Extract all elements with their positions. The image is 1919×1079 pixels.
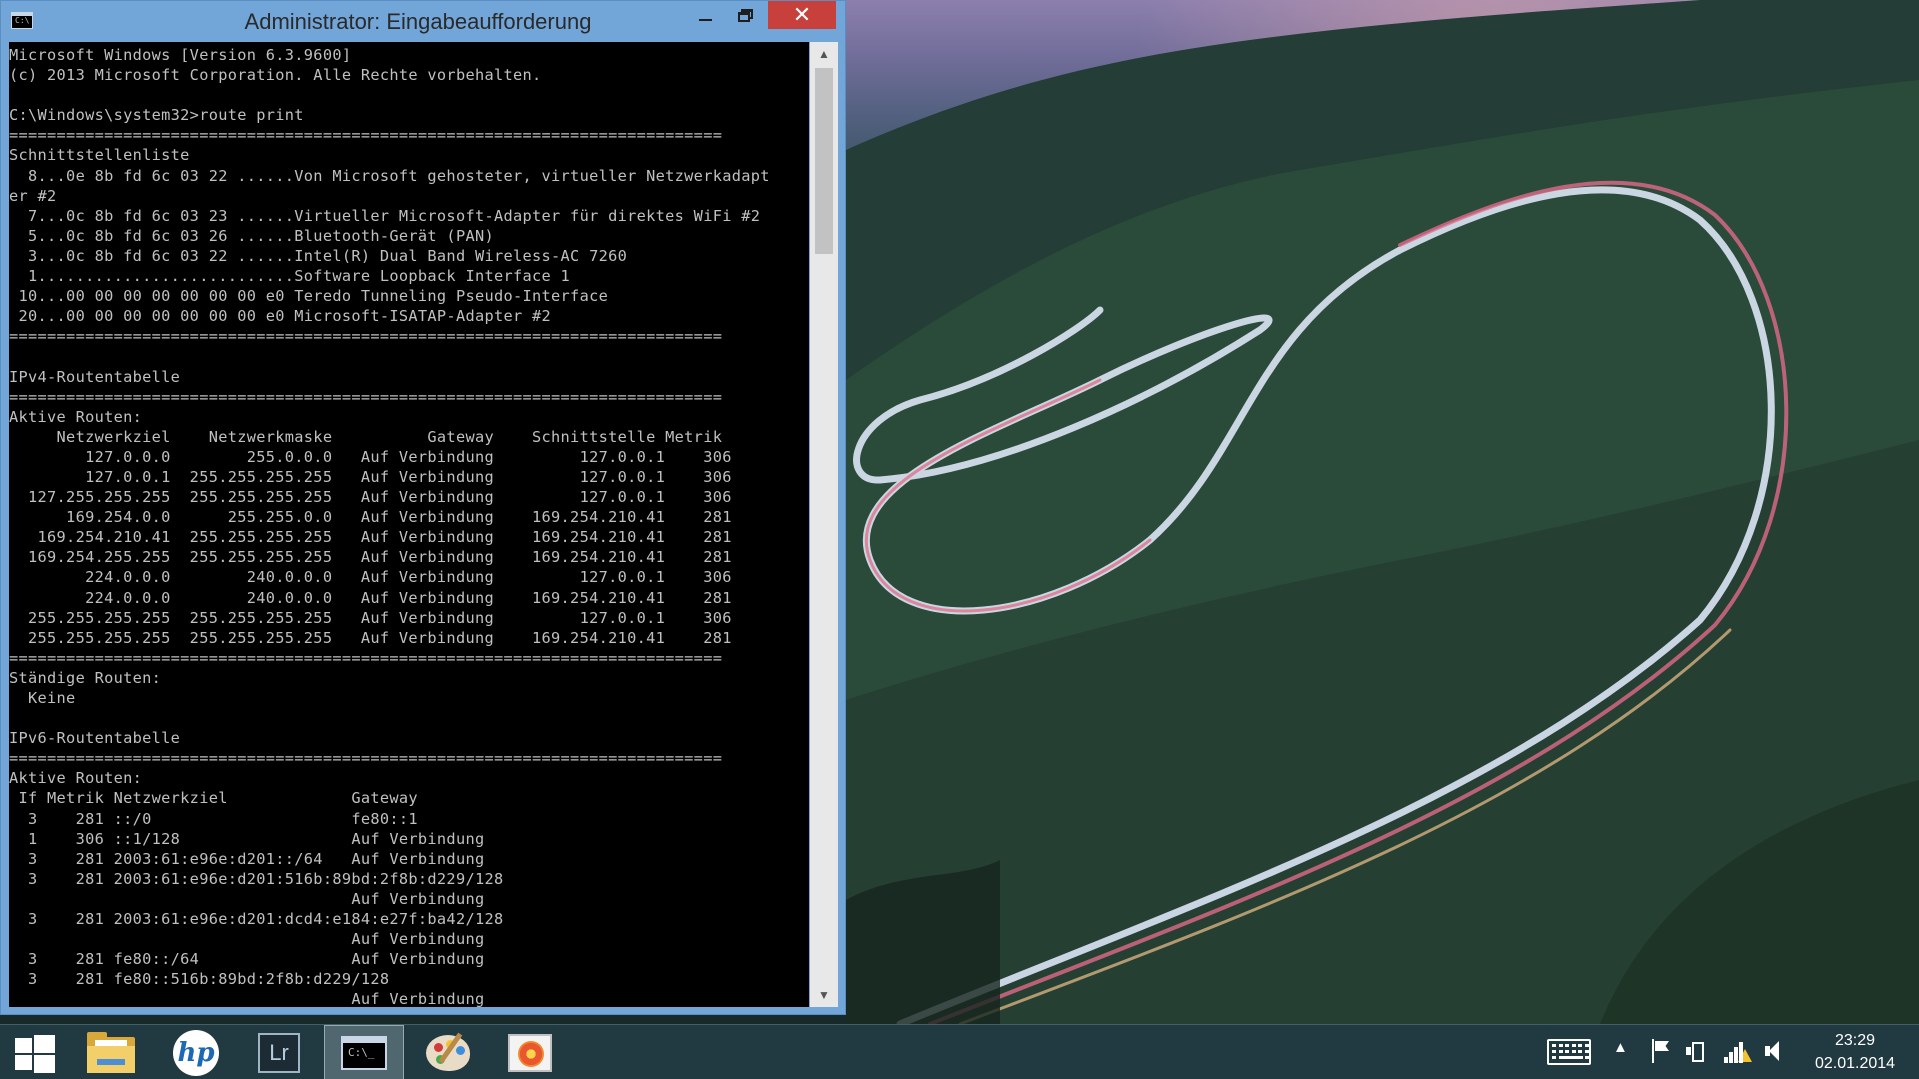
restore-button[interactable]	[726, 1, 766, 29]
console-line: Auf Verbindung	[351, 990, 485, 1007]
console-line: 255.255.255.255 255.255.255.255 Auf Verb…	[28, 628, 732, 647]
vertical-scrollbar[interactable]: ▲ ▼	[810, 42, 838, 1007]
taskbar-lightroom[interactable]: Lr	[240, 1025, 320, 1079]
power-icon[interactable]	[1686, 1037, 1710, 1065]
console-line: Schnittstellenliste	[9, 146, 190, 165]
console-line: ========================================…	[9, 648, 723, 667]
console-line: 3...0c 8b fd 6c 03 22 ......Intel(R) Dua…	[28, 246, 628, 265]
clock-time: 23:29	[1834, 1032, 1876, 1049]
folder-icon	[87, 1032, 135, 1073]
palette-icon	[426, 1032, 470, 1071]
system-clock[interactable]: 23:29 02.01.2014	[1800, 1029, 1910, 1075]
close-icon: ✕	[792, 2, 812, 27]
console-line: 169.254.0.0 255.255.0.0 Auf Verbindung 1…	[66, 508, 732, 527]
console-line: Ständige Routen:	[9, 668, 162, 687]
command-prompt-window[interactable]: C:\ Administrator: Eingabeaufforderung ✕…	[0, 0, 846, 1015]
console-line: Microsoft Windows [Version 6.3.9600]	[9, 46, 352, 64]
console-text: Microsoft Windows [Version 6.3.9600] (c)…	[9, 42, 809, 1007]
console-line: 7...0c 8b fd 6c 03 23 ......Virtueller M…	[28, 206, 761, 225]
console-line: 3 281 2003:61:e96e:d201:dcd4:e184:e27f:b…	[28, 910, 504, 929]
photo-icon	[508, 1034, 552, 1072]
console-line: 20...00 00 00 00 00 00 00 e0 Microsoft-I…	[18, 307, 552, 326]
console-line: ========================================…	[9, 749, 723, 768]
cmd-icon-label: C:\_	[348, 1046, 375, 1059]
console-line: 5...0c 8b fd 6c 03 26 ......Bluetooth-Ge…	[28, 226, 494, 245]
console-line: 3 281 2003:61:e96e:d201:516b:89bd:2f8b:d…	[28, 869, 504, 888]
console-line: 169.254.210.41 255.255.255.255 Auf Verbi…	[37, 528, 732, 547]
console-line: (c) 2013 Microsoft Corporation. Alle Rec…	[9, 66, 542, 85]
title-bar[interactable]: C:\ Administrator: Eingabeaufforderung ✕	[1, 1, 845, 41]
console-line: 10...00 00 00 00 00 00 00 e0 Teredo Tunn…	[18, 287, 609, 306]
console-line: 169.254.255.255 255.255.255.255 Auf Verb…	[28, 548, 732, 567]
console-line: 127.255.255.255 255.255.255.255 Auf Verb…	[28, 488, 732, 507]
console-line: 224.0.0.0 240.0.0.0 Auf Verbindung 169.2…	[85, 588, 732, 607]
close-button[interactable]: ✕	[768, 1, 836, 29]
console-line: ========================================…	[9, 327, 723, 346]
console-line: 3 281 2003:61:e96e:d201::/64 Auf Verbind…	[28, 849, 485, 868]
hp-logo-icon: hp	[173, 1030, 219, 1076]
console-line: IPv4-Routentabelle	[9, 367, 181, 386]
restore-icon-front	[738, 12, 750, 22]
taskbar-paint[interactable]	[408, 1025, 488, 1079]
console-line: Aktive Routen:	[9, 407, 143, 426]
scroll-up-arrow-icon[interactable]: ▲	[810, 42, 838, 66]
taskbar-command-prompt[interactable]: C:\_	[324, 1025, 404, 1079]
console-line: ========================================…	[9, 387, 723, 406]
scroll-down-arrow-icon[interactable]: ▼	[810, 983, 838, 1007]
start-button[interactable]	[0, 1025, 70, 1079]
chevron-up-icon[interactable]: ▲	[1613, 1039, 1628, 1056]
console-line: ========================================…	[9, 126, 723, 145]
console-line: 127.0.0.0 255.0.0.0 Auf Verbindung 127.0…	[85, 447, 732, 466]
console-line: 1 306 ::1/128 Auf Verbindung	[28, 829, 485, 848]
console-line: 3 281 fe80::516b:89bd:2f8b:d229/128	[28, 970, 390, 989]
console-line: 1...........................Software Loo…	[28, 267, 571, 286]
console-line: Keine	[28, 689, 76, 707]
clock-date: 02.01.2014	[1814, 1055, 1896, 1072]
minimize-button[interactable]	[685, 1, 725, 29]
console-line: 224.0.0.0 240.0.0.0 Auf Verbindung 127.0…	[85, 568, 732, 587]
volume-icon[interactable]	[1765, 1039, 1781, 1063]
console-line: Auf Verbindung	[351, 930, 485, 949]
console-line: Auf Verbindung	[351, 889, 485, 908]
network-icon[interactable]	[1724, 1039, 1752, 1063]
console-line: IPv6-Routentabelle	[9, 729, 181, 748]
console-line: Netzwerkziel Netzwerkmaske Gateway Schni…	[56, 427, 723, 446]
windows-logo-icon	[15, 1035, 55, 1073]
keyboard-icon[interactable]	[1547, 1039, 1591, 1065]
taskbar: hp Lr C:\_ ▲ 23:29 02.01.2014	[0, 1024, 1919, 1079]
console-line: 255.255.255.255 255.255.255.255 Auf Verb…	[28, 608, 732, 627]
console-line: 127.0.0.1 255.255.255.255 Auf Verbindung…	[85, 467, 732, 486]
console-line: er #2	[9, 186, 57, 205]
taskbar-hp[interactable]: hp	[158, 1025, 238, 1079]
lightroom-icon: Lr	[258, 1033, 300, 1073]
console-line: C:\Windows\system32>route print	[9, 106, 304, 125]
console-output[interactable]: Microsoft Windows [Version 6.3.9600] (c)…	[9, 42, 809, 1007]
console-line: If Metrik Netzwerkziel Gateway	[18, 789, 418, 808]
console-line: 3 281 fe80::/64 Auf Verbindung	[28, 950, 485, 969]
console-line: 3 281 ::/0 fe80::1	[28, 809, 418, 828]
action-center-flag-icon[interactable]	[1652, 1039, 1672, 1063]
console-line: Aktive Routen:	[9, 769, 143, 788]
console-line: 8...0e 8b fd 6c 03 22 ......Von Microsof…	[28, 166, 770, 185]
scrollbar-thumb[interactable]	[815, 68, 833, 254]
taskbar-photo-gallery[interactable]	[492, 1025, 572, 1079]
taskbar-file-explorer[interactable]	[72, 1025, 152, 1079]
cmd-icon: C:\_	[341, 1036, 387, 1070]
